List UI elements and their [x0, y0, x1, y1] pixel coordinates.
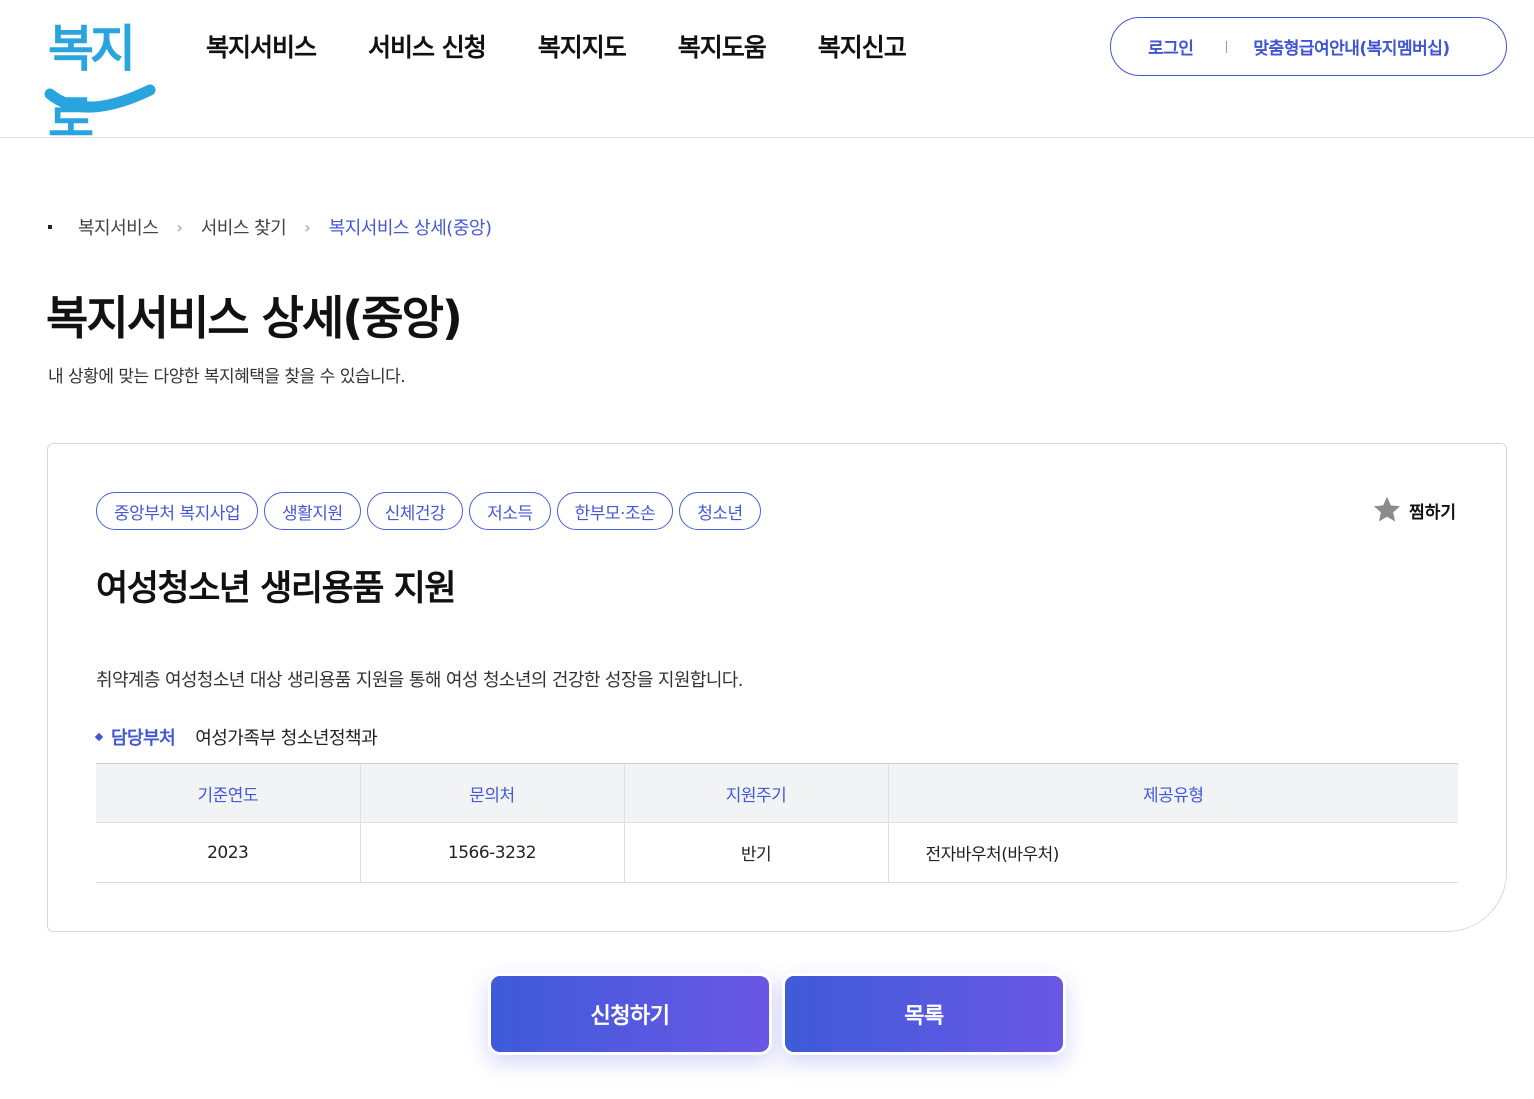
util-menu: 로그인 맞춤형급여안내(복지멤버십): [1110, 17, 1507, 76]
breadcrumb: 복지서비스 › 서비스 찾기 › 복지서비스 상세(중앙): [48, 214, 492, 240]
login-link[interactable]: 로그인: [1148, 34, 1194, 59]
breadcrumb-home-bullet: [48, 225, 52, 229]
service-title: 여성청소년 생리용품 지원: [96, 569, 457, 609]
list-button[interactable]: 목록: [782, 973, 1066, 1055]
nav-welfare-service[interactable]: 복지서비스: [206, 30, 317, 66]
department-value: 여성가족부 청소년정책과: [195, 728, 378, 749]
logo[interactable]: 복지로: [44, 14, 158, 148]
page-description: 내 상황에 맞는 다양한 복지혜택을 찾을 수 있습니다.: [48, 367, 406, 387]
header-support-cycle: 지원주기: [624, 763, 889, 823]
apply-button[interactable]: 신청하기: [488, 973, 772, 1055]
tag-low-income[interactable]: 저소득: [469, 492, 551, 530]
logo-smile-icon: [44, 84, 156, 113]
nav-welfare-map[interactable]: 복지지도: [538, 30, 627, 66]
membership-link[interactable]: 맞춤형급여안내(복지멤버십): [1253, 34, 1450, 59]
favorite-label: 찜하기: [1409, 502, 1456, 523]
nav-welfare-report[interactable]: 복지신고: [818, 30, 907, 66]
tag-living-support[interactable]: 생활지원: [264, 492, 361, 530]
favorite-button[interactable]: 찜하기: [1371, 494, 1456, 526]
chevron-right-icon: ›: [304, 217, 311, 237]
cell-contact: 1566-3232: [360, 822, 625, 883]
cell-support-cycle: 반기: [624, 822, 889, 883]
tag-single-parent[interactable]: 한부모·조손: [556, 492, 674, 530]
nav-welfare-help[interactable]: 복지도움: [678, 30, 767, 66]
util-divider: [1226, 40, 1228, 53]
header-contact: 문의처: [360, 763, 625, 823]
action-buttons: 신청하기 목록: [488, 973, 1076, 1055]
tag-youth[interactable]: 청소년: [679, 492, 761, 530]
page-title: 복지서비스 상세(중앙): [46, 291, 463, 345]
breadcrumb-item-current: 복지서비스 상세(중앙): [328, 218, 492, 239]
department-label: 담당부처: [111, 728, 176, 749]
tag-physical-health[interactable]: 신체건강: [366, 492, 464, 530]
department-info: 담당부처 여성가족부 청소년정책과: [94, 724, 378, 750]
service-description: 취약계층 여성청소년 대상 생리용품 지원을 통해 여성 청소년의 건강한 성장…: [96, 670, 743, 691]
chevron-right-icon: ›: [176, 217, 183, 237]
site-header: 복지로 복지서비스 서비스 신청 복지지도 복지도움 복지신고 로그인 맞춤형급…: [0, 0, 1534, 148]
table-row: 2023 1566-3232 반기 전자바우처(바우처): [96, 822, 1458, 883]
diamond-bullet-icon: [94, 732, 104, 742]
table-header-row: 기준연도 문의처 지원주기 제공유형: [96, 763, 1458, 823]
header-base-year: 기준연도: [96, 763, 361, 823]
breadcrumb-item-welfare[interactable]: 복지서비스: [78, 214, 159, 240]
service-tags: 중앙부처 복지사업 생활지원 신체건강 저소득 한부모·조손 청소년: [96, 492, 767, 530]
cell-provision-type: 전자바우처(바우처): [888, 822, 1458, 883]
nav-service-apply[interactable]: 서비스 신청: [368, 30, 487, 66]
star-icon: [1374, 496, 1401, 522]
tag-central-ministry[interactable]: 중앙부처 복지사업: [96, 492, 259, 530]
service-info-table: 기준연도 문의처 지원주기 제공유형 2023 1566-3232 반기 전자바…: [96, 763, 1458, 883]
header-provision-type: 제공유형: [888, 763, 1458, 823]
service-detail-card: 중앙부처 복지사업 생활지원 신체건강 저소득 한부모·조손 청소년 찜하기 여…: [47, 443, 1507, 932]
main-nav: 복지서비스 서비스 신청 복지지도 복지도움 복지신고: [206, 30, 958, 66]
breadcrumb-item-search[interactable]: 서비스 찾기: [201, 214, 287, 240]
cell-base-year: 2023: [96, 822, 361, 883]
